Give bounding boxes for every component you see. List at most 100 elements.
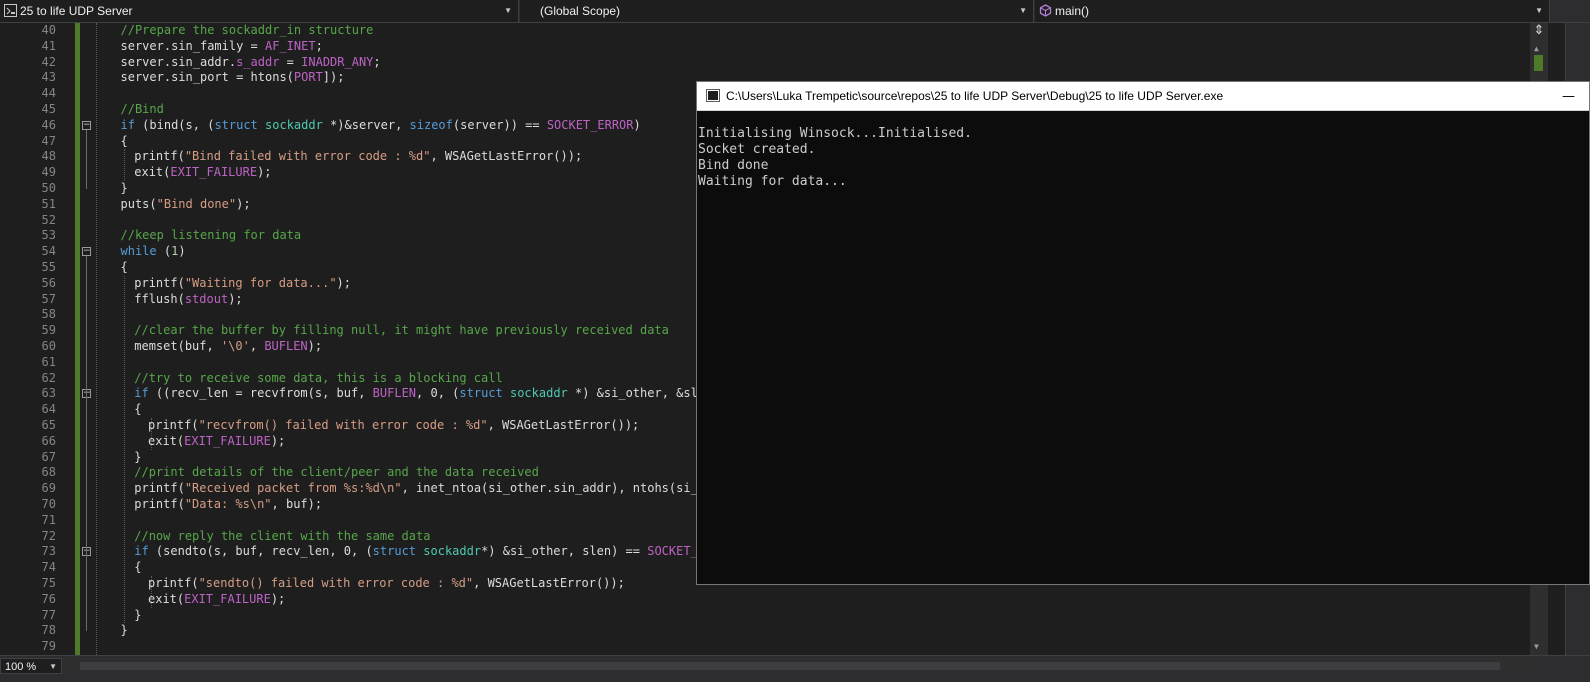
collapse-icon[interactable]: − xyxy=(82,247,91,257)
code-line[interactable]: } xyxy=(121,181,128,197)
code-token: { xyxy=(120,260,128,274)
scroll-down-icon[interactable]: ▼ xyxy=(1534,642,1539,651)
code-token: *) &si_other, slen) == xyxy=(481,544,648,559)
code-token: ; xyxy=(315,38,323,53)
code-token: = xyxy=(279,54,302,69)
code-token: "Waiting for data..." xyxy=(184,275,337,290)
line-number: 57 xyxy=(41,291,56,306)
line-number: 43 xyxy=(41,70,56,85)
code-line[interactable]: } xyxy=(121,623,128,639)
code-token: } xyxy=(120,623,128,638)
code-line[interactable]: //Bind xyxy=(121,102,164,118)
collapse-icon[interactable]: − xyxy=(82,120,91,130)
code-token: { xyxy=(120,133,128,148)
code-token: { xyxy=(134,402,142,417)
line-number: 56 xyxy=(41,275,56,290)
member-dropdown[interactable]: main() ▼ xyxy=(1035,0,1550,22)
code-line[interactable]: printf("sendto() failed with error code … xyxy=(148,576,625,592)
scrollbar-thumb[interactable] xyxy=(1534,55,1543,71)
code-line[interactable]: } xyxy=(134,608,141,624)
indent-guide xyxy=(124,275,125,624)
code-line[interactable]: //try to receive some data, this is a bl… xyxy=(134,371,502,387)
code-token: struct xyxy=(214,117,258,132)
scope-dropdown[interactable]: (Global Scope) ▼ xyxy=(520,0,1034,22)
code-line[interactable]: printf("Waiting for data..."); xyxy=(134,276,351,292)
code-token: BUFLEN xyxy=(264,339,308,353)
line-number: 76 xyxy=(41,591,56,606)
code-line[interactable]: //clear the buffer by filling null, it m… xyxy=(134,323,669,339)
code-line[interactable]: //print details of the client/peer and t… xyxy=(134,465,539,481)
code-token: ]); xyxy=(322,70,345,85)
code-token: "Bind failed with error code : %d" xyxy=(184,149,431,164)
code-line[interactable]: while (1) xyxy=(121,244,186,260)
code-line[interactable]: { xyxy=(121,134,128,150)
code-token: exit( xyxy=(134,165,171,180)
code-token: struct xyxy=(372,544,417,559)
code-line[interactable]: if (sendto(s, buf, recv_len, 0, (struct … xyxy=(134,544,712,560)
line-number: 47 xyxy=(41,133,56,148)
line-number: 46 xyxy=(41,117,56,132)
console-window[interactable]: C:\Users\Luka Trempetic\source\repos\25 … xyxy=(696,81,1590,585)
horizontal-scrollbar[interactable] xyxy=(70,658,1530,674)
code-line[interactable]: printf("recvfrom() failed with error cod… xyxy=(148,418,639,434)
indent-guide xyxy=(151,576,152,608)
line-number: 58 xyxy=(41,307,56,322)
split-window-icon[interactable]: ⇕ xyxy=(1532,23,1546,39)
code-line[interactable]: if (bind(s, (struct sockaddr *)&server, … xyxy=(121,118,641,134)
code-line[interactable]: exit(EXIT_FAILURE); xyxy=(148,434,285,450)
code-line[interactable]: exit(EXIT_FAILURE); xyxy=(134,165,271,181)
code-line[interactable]: server.sin_addr.s_addr = INADDR_ANY; xyxy=(121,55,381,71)
line-number: 49 xyxy=(41,165,56,180)
code-token: if xyxy=(134,544,149,559)
line-number: 59 xyxy=(41,323,56,338)
code-line[interactable]: { xyxy=(134,560,141,576)
zoom-dropdown[interactable]: 100 % ▼ xyxy=(0,658,62,674)
code-token: "Data: %s\n" xyxy=(184,497,272,511)
code-line[interactable]: printf("Data: %s\n", buf); xyxy=(134,497,322,513)
code-token: memset(buf, xyxy=(134,339,221,353)
code-line[interactable]: memset(buf, '\0', BUFLEN); xyxy=(134,339,322,355)
scrollbar-thumb[interactable] xyxy=(80,662,1500,670)
code-line[interactable]: server.sin_port = htons(PORT]); xyxy=(121,70,345,86)
scroll-up-icon[interactable]: ▲ xyxy=(1534,44,1539,53)
code-line[interactable]: fflush(stdout); xyxy=(134,292,242,308)
project-name: 25 to life UDP Server xyxy=(20,4,133,18)
code-line[interactable]: { xyxy=(121,260,128,276)
code-token: printf( xyxy=(148,576,199,590)
code-line[interactable]: printf("Bind failed with error code : %d… xyxy=(134,149,582,165)
code-line[interactable]: //now reply the client with the same dat… xyxy=(134,529,430,545)
code-token: sockaddr xyxy=(423,544,482,559)
code-line[interactable]: { xyxy=(134,402,141,418)
code-line[interactable]: //Prepare the sockaddr_in structure xyxy=(121,23,374,39)
project-dropdown[interactable]: 25 to life UDP Server ▼ xyxy=(0,0,519,22)
code-token: (server)) == xyxy=(452,117,547,132)
code-line[interactable]: puts("Bind done"); xyxy=(121,197,251,213)
line-number: 45 xyxy=(41,102,56,116)
code-token: '\0' xyxy=(220,339,250,353)
code-line[interactable]: server.sin_family = AF_INET; xyxy=(121,39,323,55)
code-token: } xyxy=(134,449,142,464)
code-line[interactable]: printf("Received packet from %s:%d\n", i… xyxy=(134,481,712,497)
line-number: 55 xyxy=(41,260,56,274)
code-token: if xyxy=(134,386,149,401)
code-token: INADDR_ANY xyxy=(301,54,374,69)
code-token: ) xyxy=(178,244,186,259)
code-token: exit( xyxy=(148,591,185,606)
code-line[interactable]: exit(EXIT_FAILURE); xyxy=(148,592,285,608)
line-number: 67 xyxy=(41,449,56,464)
code-line[interactable]: //keep listening for data xyxy=(121,228,302,244)
code-line[interactable]: if ((recv_len = recvfrom(s, buf, BUFLEN,… xyxy=(134,386,712,402)
code-token: "sendto() failed with error code : %d" xyxy=(198,576,474,590)
code-token: printf( xyxy=(134,481,185,496)
console-title-bar[interactable]: C:\Users\Luka Trempetic\source\repos\25 … xyxy=(697,82,1589,111)
scope-name: (Global Scope) xyxy=(540,4,621,18)
zoom-level: 100 % xyxy=(5,661,37,673)
code-token: , inet_ntoa(si_other.sin_addr), ntohs(si… xyxy=(401,481,713,496)
code-line[interactable]: } xyxy=(134,450,141,466)
code-token: "recvfrom() failed with error code : %d" xyxy=(198,418,488,432)
minimize-button[interactable]: — xyxy=(1562,82,1575,111)
code-token: ); xyxy=(257,165,272,180)
line-number: 78 xyxy=(41,623,56,638)
